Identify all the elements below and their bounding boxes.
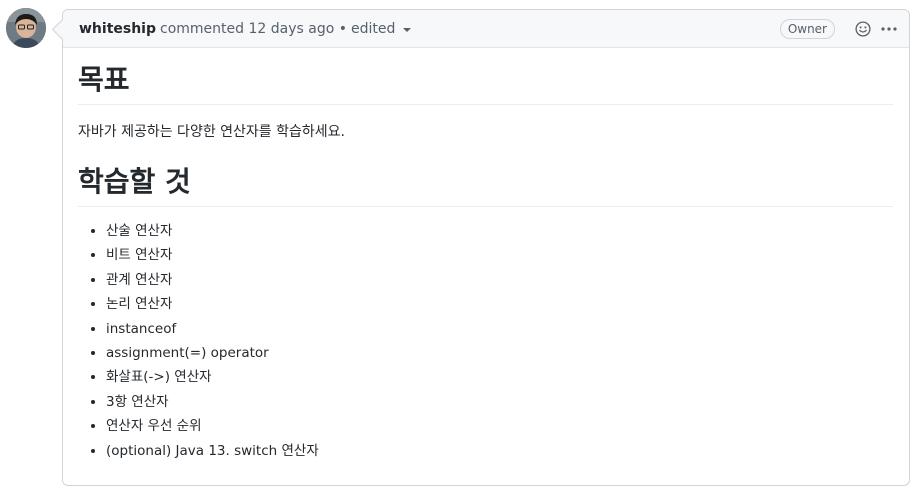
comment-box: whiteship commented 12 days ago • edited… xyxy=(62,9,910,486)
comment-body: 목표 자바가 제공하는 다양한 연산자를 학습하세요. 학습할 것 산술 연산자… xyxy=(63,48,909,461)
avatar[interactable] xyxy=(6,8,46,48)
goal-paragraph: 자바가 제공하는 다양한 연산자를 학습하세요. xyxy=(78,124,345,140)
owner-badge: Owner xyxy=(779,19,835,39)
list-item: 화살표(->) 연산자 xyxy=(106,367,893,387)
heading-goal: 목표 xyxy=(78,62,893,105)
comment-timestamp[interactable]: 12 days ago xyxy=(248,21,334,37)
heading-topics: 학습할 것 xyxy=(78,164,893,207)
list-item: 비트 연산자 xyxy=(106,245,893,265)
smiley-icon[interactable] xyxy=(853,19,873,39)
list-item: 3항 연산자 xyxy=(106,392,893,412)
comment-header: whiteship commented 12 days ago • edited… xyxy=(63,10,909,48)
edited-dropdown[interactable]: edited xyxy=(351,20,412,37)
comment-action: commented xyxy=(160,20,245,37)
list-item: (optional) Java 13. switch 연산자 xyxy=(106,441,893,461)
list-item: 연산자 우선 순위 xyxy=(106,416,893,436)
header-actions: Owner xyxy=(779,10,899,48)
topics-list: 산술 연산자 비트 연산자 관계 연산자 논리 연산자 instanceof a… xyxy=(78,221,893,461)
list-item: 관계 연산자 xyxy=(106,270,893,290)
list-item: assignment(=) operator xyxy=(106,343,893,363)
separator-dot: • xyxy=(338,20,347,37)
list-item: 논리 연산자 xyxy=(106,294,893,314)
edited-label: edited xyxy=(351,20,396,37)
triangle-down-icon xyxy=(403,28,412,32)
list-item: 산술 연산자 xyxy=(106,221,893,241)
author-link[interactable]: whiteship xyxy=(79,21,156,37)
kebab-horizontal-icon[interactable] xyxy=(879,19,899,39)
list-item: instanceof xyxy=(106,319,893,339)
